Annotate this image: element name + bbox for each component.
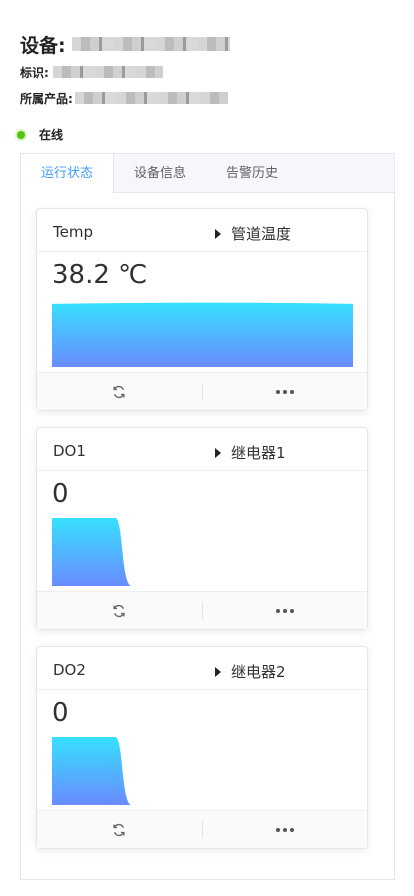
card-link-label: 管道温度 — [231, 225, 292, 243]
sensor-card: DO1 继电器1 0 — [36, 427, 368, 630]
tab-panel: 运行状态 设备信息 告警历史 Temp 管道温度 38.2 ℃ DO1 继电器1… — [20, 153, 395, 880]
card-value: 38.2 ℃ — [52, 260, 148, 290]
redacted-id — [52, 66, 163, 78]
more-icon — [275, 827, 294, 832]
tab-runtime-status[interactable]: 运行状态 — [21, 154, 115, 194]
id-label: 标识: — [20, 65, 49, 80]
device-title: 设备: — [20, 33, 230, 57]
redacted-device-name — [71, 37, 230, 51]
level-chart — [52, 518, 132, 586]
level-chart — [52, 737, 132, 805]
more-icon — [275, 608, 294, 613]
card-link[interactable]: 继电器2 — [215, 661, 286, 682]
card-footer — [37, 591, 367, 629]
card-link-label: 继电器2 — [231, 663, 286, 681]
tab-bar: 运行状态 设备信息 告警历史 — [21, 154, 394, 194]
card-link[interactable]: 继电器1 — [215, 442, 286, 463]
card-footer — [37, 372, 367, 410]
refresh-button[interactable] — [37, 811, 202, 848]
caret-right-icon — [215, 447, 221, 458]
status-text: 在线 — [39, 128, 64, 142]
id-row: 标识: — [20, 63, 230, 81]
status-row: 在线 — [17, 126, 63, 143]
card-link-label: 继电器1 — [231, 444, 286, 462]
sensor-card: DO2 继电器2 0 — [36, 646, 368, 849]
caret-right-icon — [215, 228, 221, 239]
refresh-icon — [113, 385, 125, 398]
device-header: 设备: 标识: 所属产品: — [20, 33, 230, 107]
redacted-product — [74, 92, 228, 104]
card-value: 0 — [52, 479, 69, 509]
tab-device-info[interactable]: 设备信息 — [114, 154, 206, 193]
online-status-icon — [17, 130, 25, 139]
card-header: DO1 继电器1 — [37, 428, 367, 471]
caret-right-icon — [215, 666, 221, 677]
refresh-button[interactable] — [37, 373, 202, 410]
more-icon — [275, 389, 294, 394]
more-button[interactable] — [203, 373, 368, 410]
more-button[interactable] — [203, 811, 368, 848]
card-link[interactable]: 管道温度 — [215, 223, 291, 244]
tab-alarm-history[interactable]: 告警历史 — [206, 154, 298, 193]
refresh-icon — [113, 604, 125, 617]
card-value: 0 — [52, 698, 69, 728]
card-name: DO2 — [53, 661, 86, 679]
card-header: DO2 继电器2 — [37, 647, 367, 690]
sensor-card: Temp 管道温度 38.2 ℃ — [36, 208, 368, 411]
product-row: 所属产品: — [20, 89, 230, 107]
level-area — [52, 737, 132, 805]
refresh-icon — [113, 823, 125, 836]
card-name: Temp — [53, 223, 93, 241]
level-area — [52, 518, 132, 586]
level-area — [52, 302, 353, 367]
card-footer — [37, 810, 367, 848]
device-label: 设备: — [20, 34, 66, 57]
card-header: Temp 管道温度 — [37, 209, 367, 252]
product-label: 所属产品: — [20, 91, 73, 106]
level-chart — [52, 302, 353, 367]
more-button[interactable] — [203, 592, 368, 629]
card-name: DO1 — [53, 442, 86, 460]
refresh-button[interactable] — [37, 592, 202, 629]
